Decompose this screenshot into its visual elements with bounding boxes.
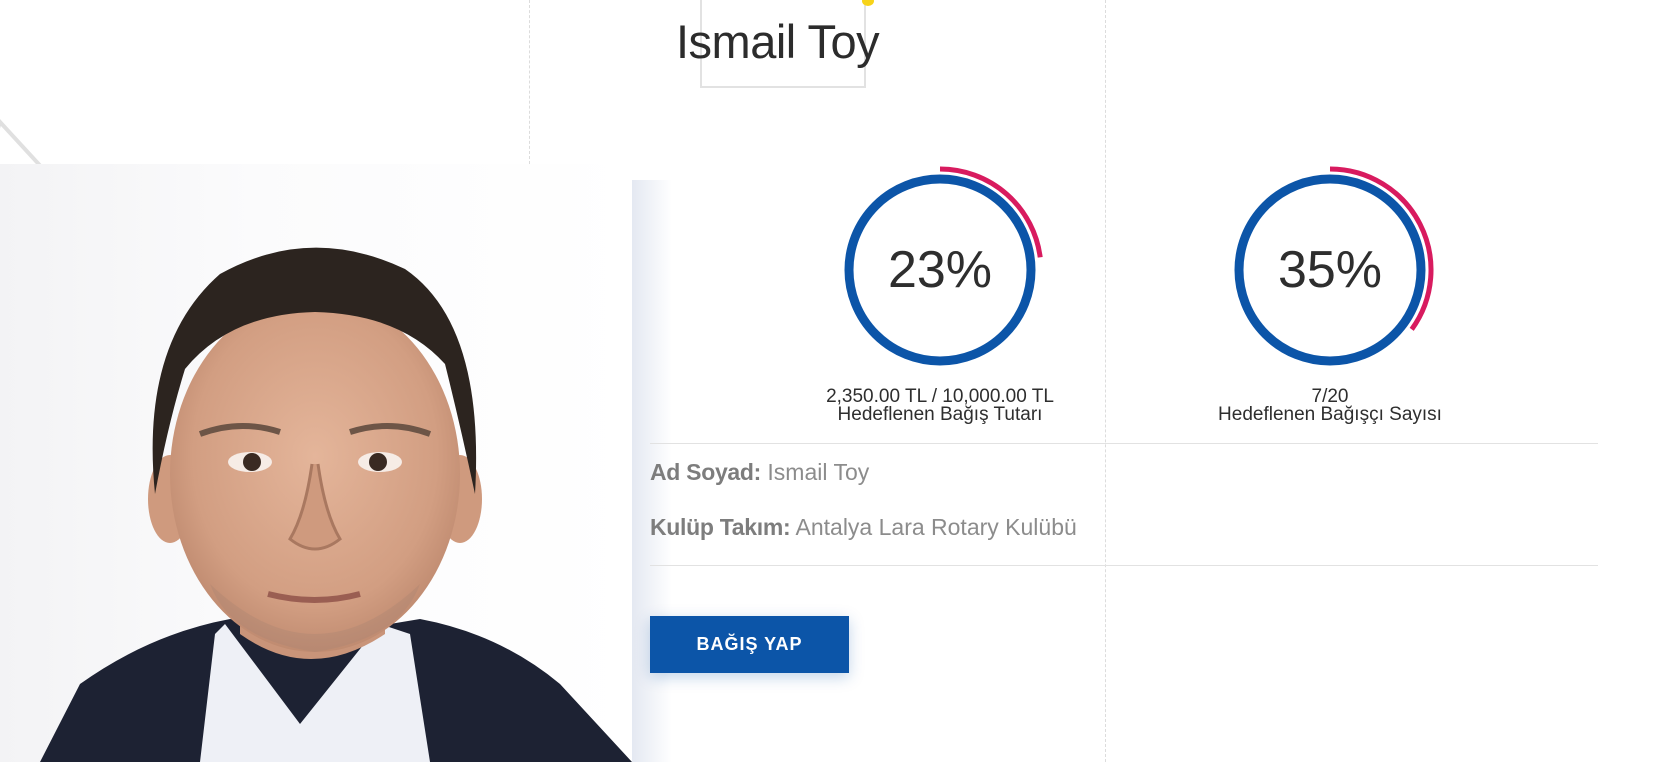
- club-label: Kulüp Takım:: [650, 514, 791, 540]
- divider-bottom: [650, 565, 1598, 566]
- donation-amount-label: Hedeflenen Bağış Tutarı: [837, 404, 1043, 425]
- divider-top: [650, 443, 1598, 444]
- page-title: Ismail Toy: [676, 15, 880, 68]
- club-value: Antalya Lara Rotary Kulübü: [795, 514, 1077, 540]
- donor-count-label: Hedeflenen Bağışçı Sayısı: [1218, 404, 1442, 425]
- name-row: Ad Soyad: Ismail Toy: [650, 459, 869, 486]
- name-value: Ismail Toy: [767, 459, 870, 485]
- donor-count-gauge: 35%: [1220, 160, 1440, 380]
- donate-button[interactable]: BAĞIŞ YAP: [650, 616, 849, 673]
- donation-amount-gauge: 23%: [830, 160, 1050, 380]
- donation-amount-caption: 2,350.00 TL / 10,000.00 TL Hedeflenen Ba…: [780, 387, 1100, 425]
- gauge-percent: 35%: [1277, 241, 1383, 299]
- divider-line-middle: [1105, 0, 1106, 762]
- divider-line-left: [529, 0, 530, 164]
- donor-count-caption: 7/20 Hedeflenen Bağışçı Sayısı: [1170, 387, 1490, 425]
- profile-photo: [0, 164, 632, 762]
- club-row: Kulüp Takım: Antalya Lara Rotary Kulübü: [650, 514, 1077, 541]
- gauge-percent: 23%: [887, 241, 993, 299]
- name-label: Ad Soyad:: [650, 459, 762, 485]
- decorative-dot: [862, 0, 874, 6]
